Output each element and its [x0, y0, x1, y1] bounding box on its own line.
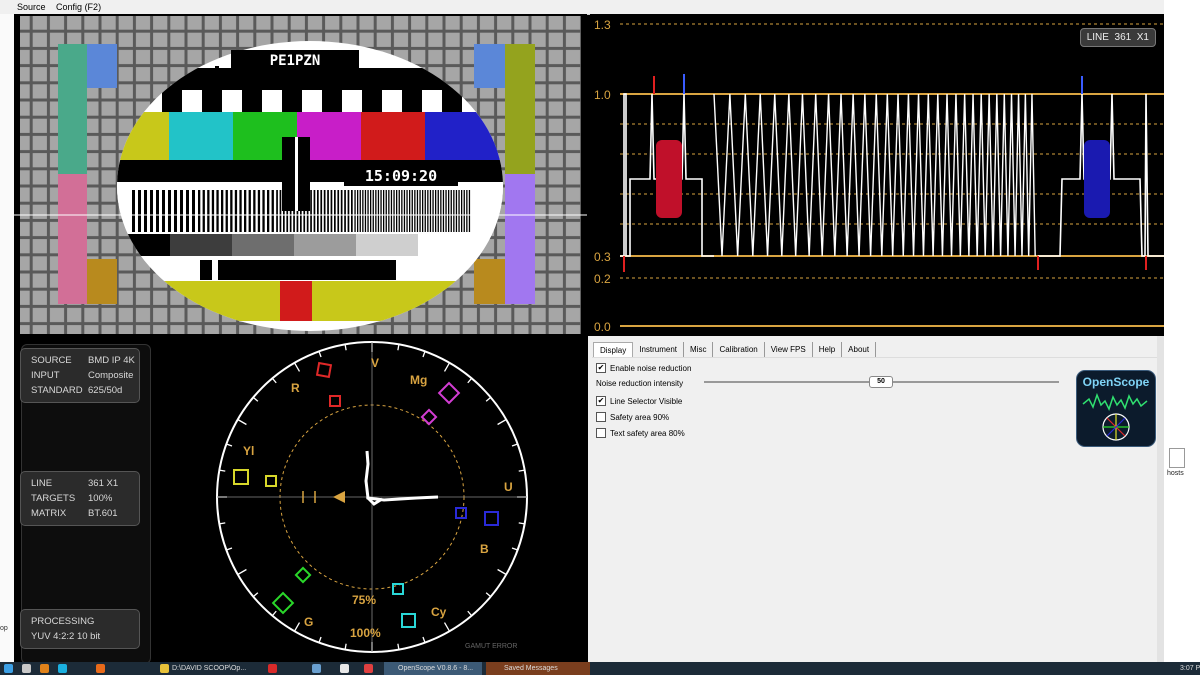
- input-key: INPUT: [31, 370, 60, 381]
- pct-75-label: 75%: [352, 593, 376, 607]
- tab-calibration[interactable]: Calibration: [713, 342, 765, 357]
- enable-noise-reduction-checkbox[interactable]: ✔: [596, 363, 606, 373]
- taskbar-app-icon-7[interactable]: [364, 664, 373, 673]
- taskbar-app-icon-1[interactable]: [22, 664, 31, 673]
- taskbar-messages-item[interactable]: Saved Messages: [486, 662, 590, 675]
- text-safety-area-label: Text safety area 80%: [610, 428, 685, 438]
- taskbar-app-icon-6[interactable]: [340, 664, 349, 673]
- desktop-right: hosts: [1164, 0, 1200, 662]
- taskbar-app-icon-2[interactable]: [40, 664, 49, 673]
- standard-key: STANDARD: [31, 385, 83, 396]
- waveform-monitor: 1.3 1.0 0.3 0.2 0.0 LINE 361 X1: [590, 14, 1164, 336]
- desktop-file-label[interactable]: hosts: [1167, 470, 1184, 477]
- target-label-mg: Mg: [410, 373, 427, 387]
- tab-about[interactable]: About: [842, 342, 877, 357]
- scale-label-0-0: 0.0: [594, 320, 611, 334]
- safety-area-label: Safety area 90%: [610, 412, 670, 422]
- waveform-graph: 1.3 1.0 0.3 0.2 0.0: [594, 18, 1164, 334]
- input-value: Composite: [88, 370, 134, 381]
- line-key: LINE: [31, 478, 53, 489]
- badge-line-label: LINE: [1086, 32, 1109, 43]
- processing-value: YUV 4:2:2 10 bit: [31, 631, 101, 642]
- enable-noise-reduction-label: Enable noise reduction: [610, 363, 692, 373]
- text-safety-area-checkbox[interactable]: [596, 428, 606, 438]
- tab-misc[interactable]: Misc: [684, 342, 714, 357]
- source-value: BMD IP 4K: [88, 355, 135, 366]
- line-selector-option[interactable]: ✔ Line Selector Visible: [596, 396, 682, 406]
- settings-tabs: Display Instrument Misc Calibration View…: [593, 342, 877, 357]
- taskbar-app-icon-3[interactable]: [58, 664, 67, 673]
- taskbar-folder-item[interactable]: D:\DAVID SCOOP\Op...: [172, 662, 252, 675]
- picture-monitor: PE1PZN 15:09:20: [14, 14, 587, 336]
- taskbar-clock: 3:07 P: [1180, 665, 1200, 672]
- matrix-key: MATRIX: [31, 508, 67, 519]
- noise-intensity-label: Noise reduction intensity: [596, 379, 684, 388]
- firefox-icon[interactable]: [96, 664, 105, 673]
- line-selector-label: Line Selector Visible: [610, 396, 683, 406]
- source-key: SOURCE: [31, 355, 72, 366]
- taskbar-openscope-item[interactable]: OpenScope V0.8.6 - 8...: [384, 662, 482, 675]
- file-icon[interactable]: [1169, 448, 1185, 468]
- scale-label-1-3: 1.3: [594, 18, 611, 32]
- target-label-yl: Yl: [243, 444, 254, 458]
- scale-label-1-0: 1.0: [594, 88, 611, 102]
- line-selector-badge[interactable]: LINE 361 X1: [1079, 28, 1156, 47]
- scale-label-0-3: 0.3: [594, 250, 611, 264]
- menu-bar: Source Config (F2): [0, 0, 1164, 15]
- test-card-image: PE1PZN 15:09:20: [14, 14, 587, 336]
- vectorscope: V Mg R Yl U B G Cy 75% 100% GAMUT ERROR: [160, 336, 588, 662]
- badge-line-value: 361: [1114, 32, 1132, 43]
- target-label-g: G: [304, 615, 313, 629]
- callsign-text: PE1PZN: [270, 53, 321, 69]
- safety-area-checkbox[interactable]: [596, 412, 606, 422]
- targets-value: 100%: [88, 493, 113, 504]
- source-card: SOURCE BMD IP 4K INPUT Composite STANDARD 6…: [20, 348, 140, 403]
- processing-card: PROCESSING YUV 4:2:2 10 bit: [20, 609, 140, 649]
- standard-value: 625/50d: [88, 385, 123, 396]
- tab-view-fps[interactable]: View FPS: [764, 342, 813, 357]
- taskbar: D:\DAVID SCOOP\Op... OpenScope V0.8.6 - …: [0, 662, 1200, 675]
- desktop-left-edge: op: [0, 14, 14, 662]
- display-tab-content: ✔ Enable noise reduction Noise reduction…: [592, 357, 1158, 658]
- menu-config[interactable]: Config (F2): [56, 0, 101, 14]
- taskbar-app-icon-5[interactable]: [312, 664, 321, 673]
- line-value: 361 X1: [88, 478, 119, 489]
- enable-noise-reduction-option[interactable]: ✔ Enable noise reduction: [596, 363, 691, 373]
- target-label-r: R: [291, 381, 300, 395]
- processing-title: PROCESSING: [31, 616, 95, 627]
- scale-label-0-2: 0.2: [594, 272, 611, 286]
- safety-area-option[interactable]: Safety area 90%: [596, 412, 669, 422]
- openscope-logo: OpenScope: [1076, 370, 1156, 447]
- tab-display[interactable]: Display: [593, 342, 634, 357]
- matrix-value: BT.601: [88, 508, 118, 519]
- targets-key: TARGETS: [31, 493, 76, 504]
- text-safety-area-option[interactable]: Text safety area 80%: [596, 428, 685, 438]
- folder-icon[interactable]: [160, 664, 169, 673]
- pct-100-label: 100%: [350, 626, 381, 640]
- tab-help[interactable]: Help: [812, 342, 843, 357]
- noise-intensity-row: Noise reduction intensity: [596, 379, 683, 388]
- settings-scrollbar[interactable]: [1157, 336, 1164, 662]
- clock-text: 15:09:20: [365, 167, 437, 185]
- desktop-fragment: op: [0, 625, 8, 632]
- windows-start-icon[interactable]: [4, 664, 13, 673]
- line-card: LINE 361 X1 TARGETS 100% MATRIX BT.601: [20, 471, 140, 526]
- gamut-error-label: GAMUT ERROR: [465, 643, 517, 650]
- logo-graphic-icon: [1082, 392, 1148, 441]
- target-label-v: V: [371, 356, 379, 370]
- target-label-cy: Cy: [431, 605, 447, 619]
- noise-intensity-knob[interactable]: 50: [869, 376, 893, 388]
- target-label-u: U: [504, 480, 513, 494]
- menu-source[interactable]: Source: [17, 0, 46, 14]
- taskbar-app-icon-4[interactable]: [268, 664, 277, 673]
- badge-zoom: X1: [1136, 32, 1149, 43]
- tab-instrument[interactable]: Instrument: [633, 342, 685, 357]
- line-selector-checkbox[interactable]: ✔: [596, 396, 606, 406]
- vectorscope-graph: V Mg R Yl U B G Cy 75% 100% GAMUT ERROR: [216, 341, 528, 653]
- settings-panel: Display Instrument Misc Calibration View…: [588, 336, 1164, 662]
- target-label-b: B: [480, 542, 489, 556]
